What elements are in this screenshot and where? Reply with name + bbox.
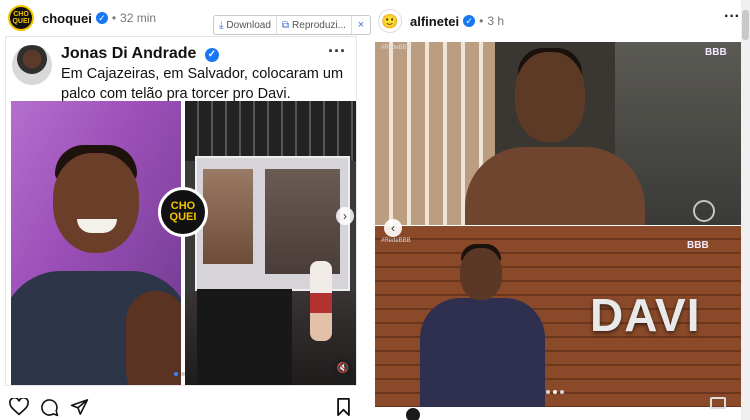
scrollbar-thumb[interactable] xyxy=(742,10,749,40)
photo-detail xyxy=(185,101,356,161)
bbb-logo: BBB xyxy=(687,240,709,251)
post-actions xyxy=(8,396,358,418)
verified-badge-icon: ✓ xyxy=(204,48,219,62)
more-options-icon[interactable]: ··· xyxy=(724,8,740,26)
post-alfinetei: 🙂 alfinetei ✓ • 3 h ··· #RedeBBB BBB DAV… xyxy=(370,0,750,420)
choquei-avatar[interactable]: CHO QUEI xyxy=(8,5,34,31)
verified-badge-icon: ✓ xyxy=(95,12,108,24)
logo-text-line2: QUEI xyxy=(169,211,197,223)
tweet-author-name: Jonas Di Andrade ✓ xyxy=(61,45,219,63)
banner-name: DAVI xyxy=(590,289,701,341)
close-icon[interactable]: × xyxy=(352,19,370,31)
bbb-logo: BBB xyxy=(705,47,727,58)
post-media-card[interactable]: Jonas Di Andrade ✓ ··· Em Cajazeiras, em… xyxy=(5,36,357,386)
account-handle[interactable]: alfinetei xyxy=(410,14,459,29)
photo-detail xyxy=(203,169,253,264)
carousel-dot xyxy=(560,390,564,394)
avatar-logo-text: CHO QUEI xyxy=(12,11,30,25)
fullscreen-icon[interactable] xyxy=(710,397,726,409)
video-detail xyxy=(420,298,545,407)
download-icon: ⤓ xyxy=(219,19,224,31)
photo-detail xyxy=(265,169,340,274)
more-options-icon: ··· xyxy=(328,41,346,61)
carousel-previous-button[interactable]: ‹ xyxy=(384,219,402,237)
reproduce-label: Reproduzi... xyxy=(292,19,346,31)
tweet-text: Em Cajazeiras, em Salvador, colocaram um… xyxy=(61,66,344,102)
play-icon: ⧉ xyxy=(281,19,290,31)
download-button[interactable]: ⤓ Download xyxy=(214,16,277,34)
share-icon[interactable] xyxy=(68,396,90,418)
video-detail xyxy=(460,248,502,300)
carousel-dot xyxy=(174,372,178,376)
photo-detail xyxy=(126,291,181,385)
photo-detail xyxy=(197,289,292,385)
photo-stage-with-screen xyxy=(185,101,356,385)
post-time: 32 min xyxy=(120,11,157,25)
carousel-indicator xyxy=(546,390,564,394)
avatar xyxy=(406,408,420,420)
photo-detail xyxy=(53,153,139,253)
photo-smiling-man xyxy=(11,101,181,385)
watermark-text: #RedeBBB xyxy=(381,45,411,51)
download-extension-toolbar: ⤓ Download ⧉ Reproduzi... × xyxy=(213,15,371,35)
photo-detail xyxy=(310,261,332,341)
post-header: CHO QUEI choquei ✓ • 32 min xyxy=(8,4,156,32)
scrollbar[interactable] xyxy=(741,0,750,420)
post-time: 3 h xyxy=(487,14,505,28)
watermark-text: #RedeBBB xyxy=(381,238,411,244)
carousel-dot xyxy=(181,372,185,376)
mute-icon[interactable]: 🔇 xyxy=(333,359,353,379)
separator-dot: • xyxy=(111,11,117,25)
video-frame-kitchen[interactable]: #RedeBBB BBB xyxy=(375,42,741,225)
video-frame-davi-banner[interactable]: DAVI #RedeBBB BBB xyxy=(375,226,741,407)
globoplay-icon xyxy=(693,200,715,222)
heart-icon[interactable] xyxy=(8,396,30,418)
separator-dot: • xyxy=(479,14,484,28)
post-header: 🙂 alfinetei ✓ • 3 h xyxy=(378,8,504,34)
carousel-dot xyxy=(546,390,550,394)
carousel-indicator xyxy=(174,372,185,376)
tweet-author-avatar xyxy=(12,45,52,85)
carousel-next-button[interactable]: › xyxy=(336,207,354,225)
tweet-author-label: Jonas Di Andrade xyxy=(61,45,197,62)
account-handle[interactable]: choquei xyxy=(42,11,92,26)
video-detail xyxy=(515,52,585,142)
verified-badge-icon: ✓ xyxy=(463,15,476,27)
post-choquei: CHO QUEI choquei ✓ • 32 min ⤓ Download ⧉… xyxy=(0,0,371,420)
comment-icon[interactable] xyxy=(38,396,60,418)
download-label: Download xyxy=(226,19,271,31)
choquei-logo: CHO QUEI xyxy=(158,187,208,237)
carousel-dot xyxy=(553,390,557,394)
video-detail xyxy=(517,172,587,225)
bookmark-icon[interactable] xyxy=(332,396,354,418)
reproduce-button[interactable]: ⧉ Reproduzi... xyxy=(277,16,352,34)
alfinetei-avatar[interactable]: 🙂 xyxy=(378,9,402,33)
